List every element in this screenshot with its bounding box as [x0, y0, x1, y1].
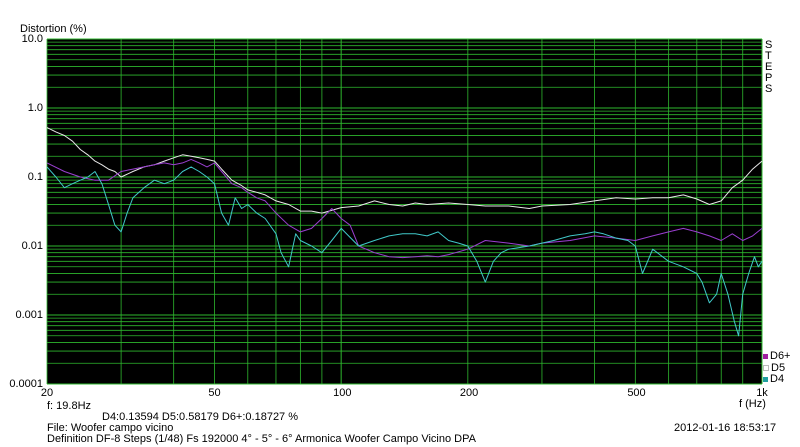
y-tick-label: 10.0	[21, 33, 43, 45]
definition-text: Definition DF-8 Steps (1/48) Fs 192000 4…	[47, 433, 476, 445]
steps-letter: S	[765, 83, 773, 95]
y-tick-label: 0.0001	[9, 378, 43, 390]
y-tick-label: 1.0	[27, 102, 43, 114]
legend-item-d4: D4	[763, 373, 784, 385]
legend-label-d6plus: D6+	[770, 350, 791, 362]
y-tick-label: 0.01	[21, 240, 43, 252]
plot-background	[47, 39, 762, 384]
x-tick-label: 20	[40, 387, 54, 399]
legend-swatch-d5	[763, 365, 769, 372]
legend-item-d6plus: D6+	[763, 350, 791, 362]
distortion-plot	[46, 38, 763, 385]
y-tick-label: 0.001	[15, 309, 43, 321]
x-tick-label: 200	[459, 387, 479, 399]
cursor-frequency-readout: f: 19.8Hz	[47, 400, 92, 412]
legend-swatch-d6plus	[763, 353, 768, 359]
legend-label-d4: D4	[770, 373, 785, 385]
y-tick-label: 0.1	[27, 171, 43, 183]
legend-swatch-d4	[763, 376, 768, 382]
x-tick-label: 100	[333, 387, 352, 399]
x-tick-label: 50	[208, 387, 221, 399]
x-tick-label: 500	[627, 387, 646, 399]
timestamp: 2012-01-16 18:53:17	[674, 422, 777, 434]
x-tick-label: 1k	[756, 387, 768, 399]
